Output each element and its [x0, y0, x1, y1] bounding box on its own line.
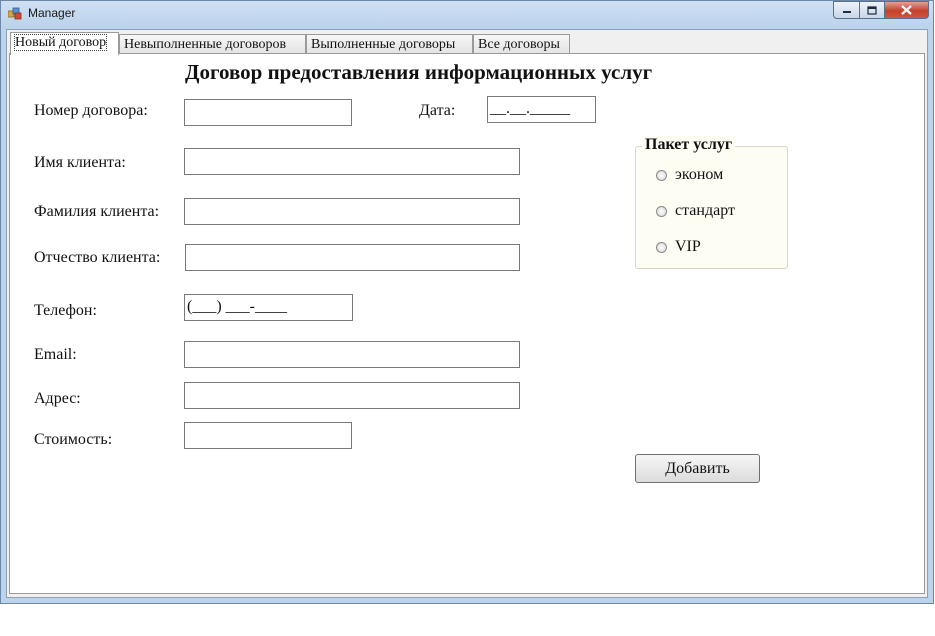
window-title: Manager	[28, 6, 76, 20]
tab-label: Невыполненные договоров	[124, 37, 287, 52]
minimize-button[interactable]	[833, 1, 860, 19]
radio-button-icon[interactable]	[656, 169, 667, 181]
radio-vip[interactable]: VIP	[656, 238, 701, 256]
email-label: Email:	[34, 346, 77, 363]
phone-field[interactable]: (___) ___-____	[184, 294, 353, 321]
service-package-group: Пакет услуг эконом стандарт VIP	[635, 136, 788, 269]
tab-all-contracts[interactable]: Все договоры	[473, 34, 570, 54]
radio-label: эконом	[675, 166, 724, 183]
address-field[interactable]	[184, 382, 520, 409]
tab-label: Выполненные договоры	[311, 37, 456, 52]
radio-economy[interactable]: эконом	[656, 166, 723, 184]
app-icon	[8, 7, 22, 20]
maximize-button[interactable]	[859, 1, 885, 19]
form-heading: Договор предоставления информационных ус…	[185, 60, 653, 84]
email-field[interactable]	[184, 341, 520, 368]
tab-page-new-contract: Договор предоставления информационных ус…	[9, 53, 925, 594]
address-label: Адрес:	[34, 390, 81, 407]
last-name-field[interactable]	[184, 198, 520, 225]
tab-fulfilled-contracts[interactable]: Выполненные договоры	[306, 34, 473, 54]
radio-label: VIP	[675, 238, 701, 255]
radio-button-icon[interactable]	[656, 205, 667, 217]
phone-label: Телефон:	[34, 302, 97, 319]
radio-label: стандарт	[675, 202, 735, 219]
first-name-field[interactable]	[184, 148, 520, 175]
close-button[interactable]	[884, 1, 929, 19]
radio-standard[interactable]: стандарт	[656, 202, 735, 220]
title-bar[interactable]: Manager	[1, 1, 933, 27]
patronymic-label: Отчество клиента:	[34, 249, 161, 266]
maximize-icon	[867, 5, 877, 15]
app-window: Manager Новый договор Невыполненные дого…	[0, 0, 934, 604]
date-label: Дата:	[419, 102, 456, 119]
tab-label: Все договоры	[478, 37, 560, 52]
client-area: Новый договор Невыполненные договоров Вы…	[6, 29, 928, 598]
service-package-title: Пакет услуг	[642, 136, 736, 154]
first-name-label: Имя клиента:	[34, 154, 126, 171]
tab-strip: Новый договор Невыполненные договоров Вы…	[7, 32, 927, 55]
radio-button-icon[interactable]	[656, 241, 667, 253]
tab-new-contract[interactable]: Новый договор	[10, 32, 119, 55]
tab-label: Новый договор	[13, 34, 108, 51]
contract-number-label: Номер договора:	[34, 102, 148, 119]
cost-field[interactable]	[184, 422, 352, 449]
close-icon	[901, 5, 912, 15]
tab-unfulfilled-contracts[interactable]: Невыполненные договоров	[119, 34, 306, 54]
last-name-label: Фамилия клиента:	[34, 203, 160, 220]
add-button[interactable]: Добавить	[635, 454, 760, 483]
contract-number-field[interactable]	[184, 99, 352, 126]
minimize-icon	[842, 11, 851, 13]
date-field[interactable]: __.__._____	[487, 96, 596, 123]
patronymic-field[interactable]	[185, 244, 520, 271]
cost-label: Стоимость:	[34, 431, 113, 448]
